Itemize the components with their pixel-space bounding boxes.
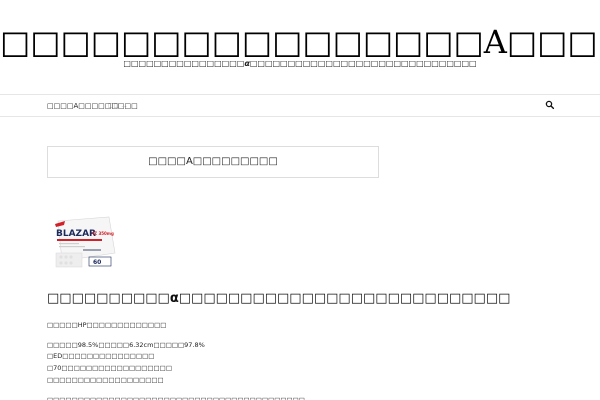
article-paragraph: □ED□□□□□□□□□□□□□□□ — [47, 352, 155, 360]
product-image[interactable]: BLAZAR -IZ 350mg 60 — [53, 213, 117, 269]
site-title[interactable]: □□□□□□□□□□□□□□□□A□□□□□□ — [0, 22, 600, 62]
pill — [64, 261, 68, 265]
product-text-line — [83, 249, 101, 251]
article-paragraph: □□□□□□□□□□□□□□□□□□□□□□□□□□□□□□□□□□□□□□□□… — [47, 396, 305, 400]
pill — [59, 255, 63, 259]
article-paragraph: □□□□□HP□□□□□□□□□□□□□ — [47, 321, 167, 329]
product-text-line — [59, 246, 85, 248]
nav-menu-link[interactable]: □□□□A□□□□□□□□□ — [47, 101, 138, 111]
page: □□□□□□□□□□□□□□□□A□□□□□□ □□□□□□□□□□□□□□□□… — [0, 0, 600, 400]
search-button[interactable] — [544, 99, 556, 111]
search-icon — [545, 100, 555, 110]
pack-count-label: 60 — [93, 259, 101, 266]
article-paragraph: □□□□□□□□□□□□□□□□□□□ — [47, 376, 164, 384]
pill — [64, 255, 68, 259]
featured-title-box[interactable]: □□□□A□□□□□□□□□ — [47, 146, 379, 178]
article-heading[interactable]: □□□□□□□□□□α□□□□□□□□□□□□□□□□□□□□□□□□□□□ — [47, 290, 510, 308]
article-paragraph: □70□□□□□□□□□□□□□□□□□□ — [47, 364, 172, 372]
product-text-line — [59, 243, 79, 245]
blister-pack — [55, 252, 83, 268]
pill — [69, 261, 73, 265]
site-tagline: □□□□□□□□□□□□□□□□α□□□□□□□□□□□□□□□□□□□□□□□… — [123, 59, 477, 68]
pill — [59, 261, 63, 265]
product-variant-label: -IZ 350mg — [91, 231, 114, 236]
pill — [69, 255, 73, 259]
article-paragraph: □□□□□98.5%□□□□□6.32cm□□□□□97.8% — [47, 341, 205, 349]
product-red-stripe — [57, 239, 102, 241]
